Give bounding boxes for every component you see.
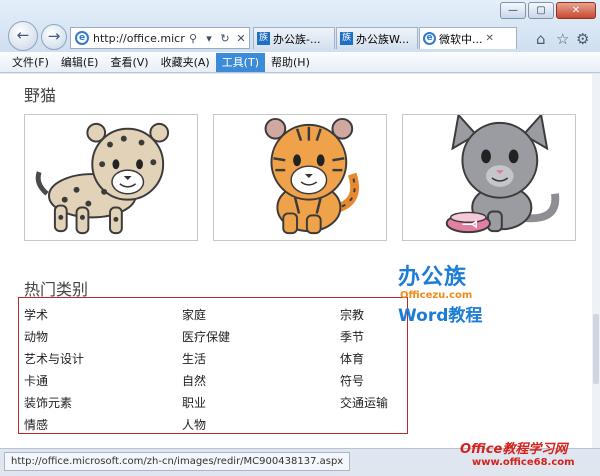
category-link[interactable]: 季节: [340, 328, 364, 345]
ie-logo-icon: e: [423, 32, 436, 45]
menu-edit[interactable]: 编辑(E): [55, 53, 105, 72]
tiger-image: [264, 117, 360, 235]
tab-label: 办公族W...: [356, 32, 410, 46]
menu-help[interactable]: 帮助(H): [265, 53, 316, 72]
home-icon[interactable]: ⌂: [536, 30, 546, 48]
leopard-image: [35, 122, 170, 235]
category-link[interactable]: 交通运输: [340, 394, 388, 411]
category-link[interactable]: 情感: [24, 416, 48, 433]
tab-1[interactable]: 族 办公族-...: [253, 27, 335, 49]
section-title: 野猫: [24, 86, 57, 105]
watermark-bottom-title: Office教程学习网: [460, 442, 568, 457]
category-link[interactable]: 医疗保健: [182, 328, 230, 345]
vertical-scrollbar[interactable]: [592, 74, 600, 448]
tab-2[interactable]: 族 办公族W...: [336, 27, 418, 49]
tab-close-icon[interactable]: ✕: [486, 33, 494, 44]
menu-tools[interactable]: 工具(T): [215, 52, 265, 72]
scrollbar-thumb[interactable]: [593, 314, 599, 384]
watermark-bottom-url: www.office68.com: [472, 457, 575, 468]
category-link[interactable]: 符号: [340, 372, 364, 389]
category-link[interactable]: 体育: [340, 350, 364, 367]
clipart-tiger[interactable]: [213, 114, 387, 241]
category-link[interactable]: 动物: [24, 328, 48, 345]
menu-view[interactable]: 查看(V): [104, 53, 154, 72]
address-url[interactable]: http://office.micr: [93, 32, 185, 45]
site-favicon-icon: 族: [257, 32, 270, 45]
ie-logo-icon: e: [75, 31, 89, 45]
category-link[interactable]: 学术: [24, 306, 48, 323]
arrow-left-icon: ←: [16, 26, 30, 44]
menu-file[interactable]: 文件(F): [6, 53, 55, 72]
office68-watermark: Office教程学习网 www.office68.com: [460, 438, 600, 476]
category-link[interactable]: 自然: [182, 372, 206, 389]
arrow-right-icon: →: [47, 27, 61, 45]
category-link[interactable]: 职业: [182, 394, 206, 411]
officezu-watermark-logo: 办公族 Officezu.com Word教程: [398, 266, 498, 328]
gear-icon[interactable]: ⚙: [576, 30, 589, 48]
category-link[interactable]: 卡通: [24, 372, 48, 389]
category-link[interactable]: 艺术与设计: [24, 350, 84, 367]
stop-icon[interactable]: ✕: [233, 32, 249, 45]
window-controls: — ▢ ✕: [500, 2, 596, 19]
refresh-icon[interactable]: ↻: [217, 32, 233, 45]
category-link[interactable]: 宗教: [340, 306, 364, 323]
category-link[interactable]: 装饰元素: [24, 394, 72, 411]
watermark-url: Officezu.com: [400, 290, 473, 301]
category-link[interactable]: 家庭: [182, 306, 206, 323]
category-link[interactable]: 生活: [182, 350, 206, 367]
menu-bar: 文件(F) 编辑(E) 查看(V) 收藏夹(A) 工具(T) 帮助(H): [0, 52, 600, 73]
status-link-url: http://office.microsoft.com/zh-cn/images…: [4, 452, 351, 471]
address-bar[interactable]: e http://office.micr ⚲ ▾ ↻ ✕: [70, 27, 250, 49]
clipart-leopard[interactable]: [24, 114, 198, 241]
back-button[interactable]: ←: [8, 21, 38, 51]
minimize-button[interactable]: —: [500, 2, 526, 19]
page-content: 野猫 热门类别 学术 家庭 宗教 动物 医疗保健 季节 艺术与设计 生活 体育 …: [0, 74, 592, 448]
menu-favorites[interactable]: 收藏夹(A): [155, 53, 216, 72]
maximize-button[interactable]: ▢: [528, 2, 554, 19]
tab-label: 微软中...: [439, 32, 483, 46]
watermark-subtitle: Word教程: [398, 306, 483, 326]
category-link[interactable]: 人物: [182, 416, 206, 433]
watermark-brand: 办公族: [398, 265, 468, 290]
forward-button[interactable]: →: [41, 24, 67, 50]
clipart-grey-cat[interactable]: [402, 114, 576, 241]
search-icon[interactable]: ⚲: [185, 32, 201, 45]
tab-label: 办公族-...: [273, 32, 321, 46]
site-favicon-icon: 族: [340, 32, 353, 45]
browser-chrome: — ▢ ✕ ← → e http://office.micr ⚲ ▾ ↻ ✕ 族…: [0, 0, 600, 52]
grey-cat-image: [445, 115, 560, 234]
favorites-star-icon[interactable]: ☆: [556, 30, 569, 48]
tab-3-active[interactable]: e 微软中... ✕: [419, 27, 517, 49]
close-button[interactable]: ✕: [556, 2, 596, 19]
dropdown-icon[interactable]: ▾: [201, 32, 217, 45]
